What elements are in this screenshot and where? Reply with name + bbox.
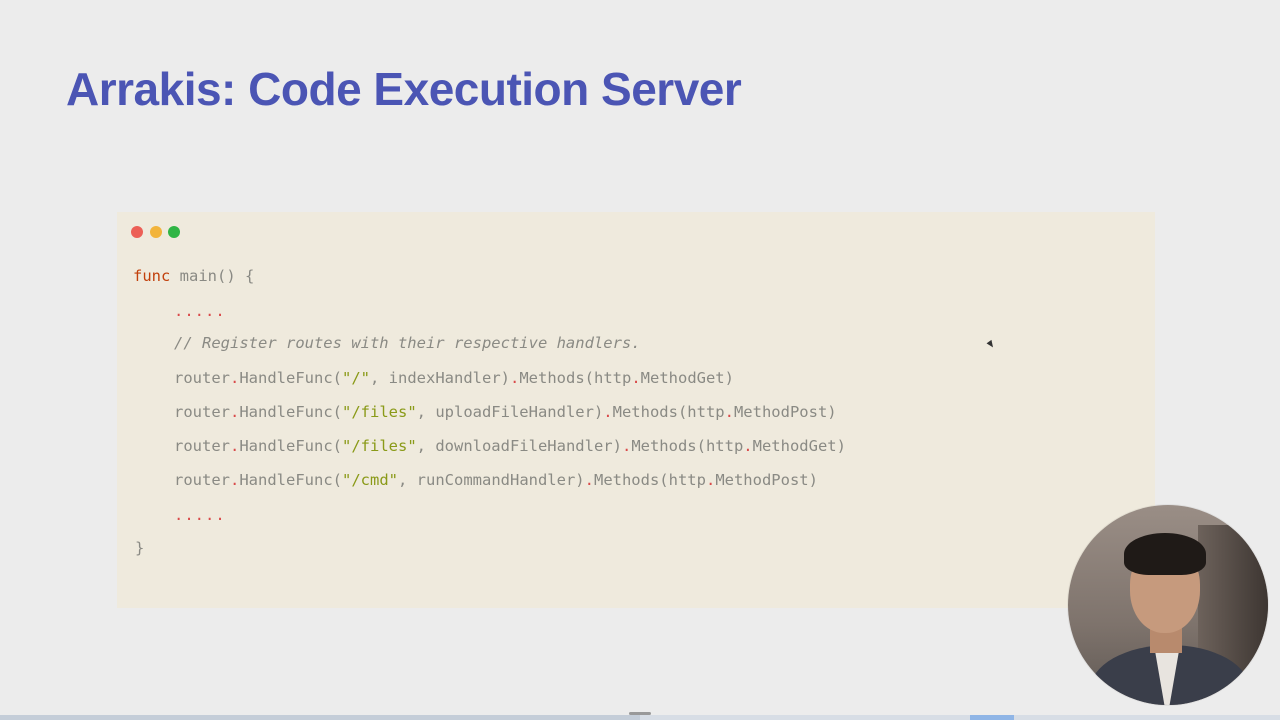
code-ellipsis-top: ..... xyxy=(174,302,226,320)
code-block: func main() { ..... // Register routes w… xyxy=(133,212,846,557)
webcam-overlay xyxy=(1068,505,1268,705)
code-ellipsis-bottom: ..... xyxy=(174,506,226,524)
webcam-presenter-hair xyxy=(1124,533,1206,575)
code-route-line: router.HandleFunc("/", indexHandler).Met… xyxy=(174,369,734,387)
code-window: func main() { ..... // Register routes w… xyxy=(117,212,1155,608)
code-line-func: func main() { xyxy=(133,267,254,285)
func-signature: main() { xyxy=(170,267,255,285)
slide: Arrakis: Code Execution Server func main… xyxy=(0,0,1280,720)
code-route-line: router.HandleFunc("/files", downloadFile… xyxy=(174,437,846,455)
slide-title: Arrakis: Code Execution Server xyxy=(66,63,742,115)
code-comment: // Register routes with their respective… xyxy=(174,334,641,352)
keyword-func: func xyxy=(133,267,171,285)
video-progress-fill xyxy=(0,715,640,720)
code-closing-brace: } xyxy=(135,539,145,557)
code-route-line: router.HandleFunc("/cmd", runCommandHand… xyxy=(174,471,818,489)
code-route-line: router.HandleFunc("/files", uploadFileHa… xyxy=(174,403,837,421)
video-scrub-handle[interactable] xyxy=(629,712,651,715)
video-progress-marker xyxy=(970,715,1014,720)
video-progress-bar[interactable] xyxy=(0,715,1280,720)
